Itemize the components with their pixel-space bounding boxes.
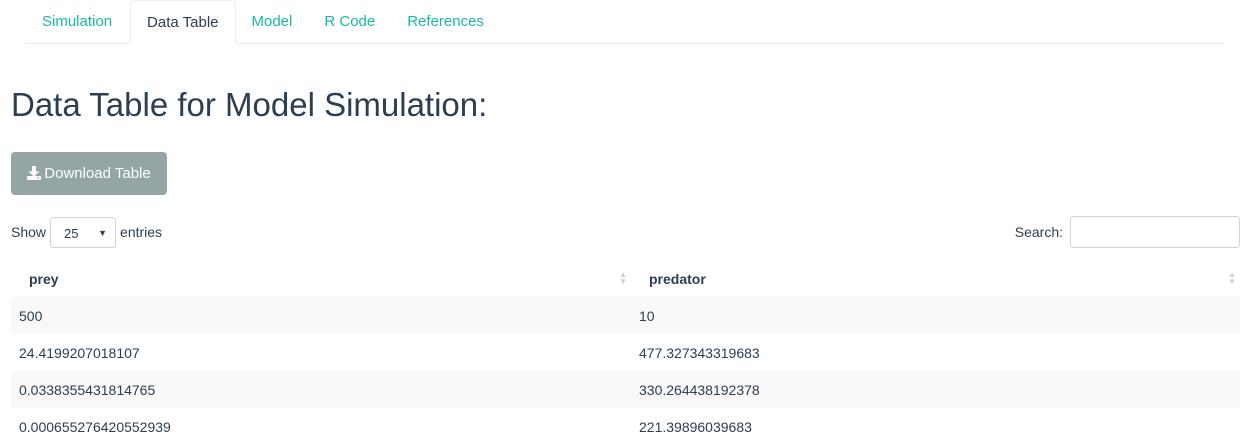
table-cell: 0.000655276420552939 bbox=[19, 418, 171, 435]
table-row: 500 10 bbox=[11, 297, 1240, 334]
table-header-row: prey ▲ ▼ predator ▲ ▼ bbox=[11, 260, 1240, 297]
tab-simulation[interactable]: Simulation bbox=[25, 0, 130, 42]
table-cell: 477.327343319683 bbox=[639, 344, 760, 361]
table-cell: 10 bbox=[639, 307, 655, 324]
table-cell: 221.39896039683 bbox=[639, 418, 752, 435]
column-header-label: predator bbox=[649, 270, 706, 287]
download-table-button[interactable]: Download Table bbox=[11, 152, 167, 195]
column-header-predator[interactable]: predator ▲ ▼ bbox=[631, 260, 1240, 297]
table-row: 0.0338355431814765 330.264438192378 bbox=[11, 371, 1240, 408]
tab-bar: Simulation Data Table Model R Code Refer… bbox=[25, 0, 1225, 44]
table-cell: 24.4199207018107 bbox=[19, 344, 140, 361]
column-header-prey[interactable]: prey ▲ ▼ bbox=[11, 260, 631, 297]
data-table: prey ▲ ▼ predator ▲ ▼ 500 10 24.4199207018… bbox=[11, 260, 1240, 445]
search-label: Search: bbox=[1014, 224, 1063, 240]
download-icon bbox=[27, 165, 42, 180]
entries-select[interactable]: 25 ▼ bbox=[50, 216, 117, 248]
sort-icon: ▲ ▼ bbox=[1228, 270, 1236, 286]
table-cell: 330.264438192378 bbox=[639, 381, 760, 398]
column-header-label: prey bbox=[29, 270, 59, 287]
tab-data-table[interactable]: Data Table bbox=[130, 0, 236, 44]
table-row: 24.4199207018107 477.327343319683 bbox=[11, 334, 1240, 371]
table-cell: 500 bbox=[19, 307, 43, 324]
page: Simulation Data Table Model R Code Refer… bbox=[0, 0, 1240, 448]
tab-references[interactable]: References bbox=[391, 0, 500, 42]
tab-r-code[interactable]: R Code bbox=[308, 0, 391, 42]
tab-model[interactable]: Model bbox=[236, 0, 309, 42]
table-row: 0.000655276420552939 221.39896039683 bbox=[11, 408, 1240, 445]
page-title: Data Table for Model Simulation: bbox=[11, 86, 488, 123]
download-table-label: Download Table bbox=[44, 165, 151, 182]
sort-icon: ▲ ▼ bbox=[619, 270, 627, 286]
search-input[interactable] bbox=[1070, 216, 1240, 248]
chevron-down-icon: ▼ bbox=[98, 227, 108, 238]
length-control: Show 25 ▼ entries bbox=[11, 216, 162, 248]
table-cell: 0.0338355431814765 bbox=[19, 381, 156, 398]
search-control: Search: bbox=[1015, 216, 1240, 248]
entries-select-value: 25 bbox=[64, 225, 79, 241]
show-label: Show bbox=[11, 224, 47, 240]
entries-label: entries bbox=[120, 224, 163, 240]
